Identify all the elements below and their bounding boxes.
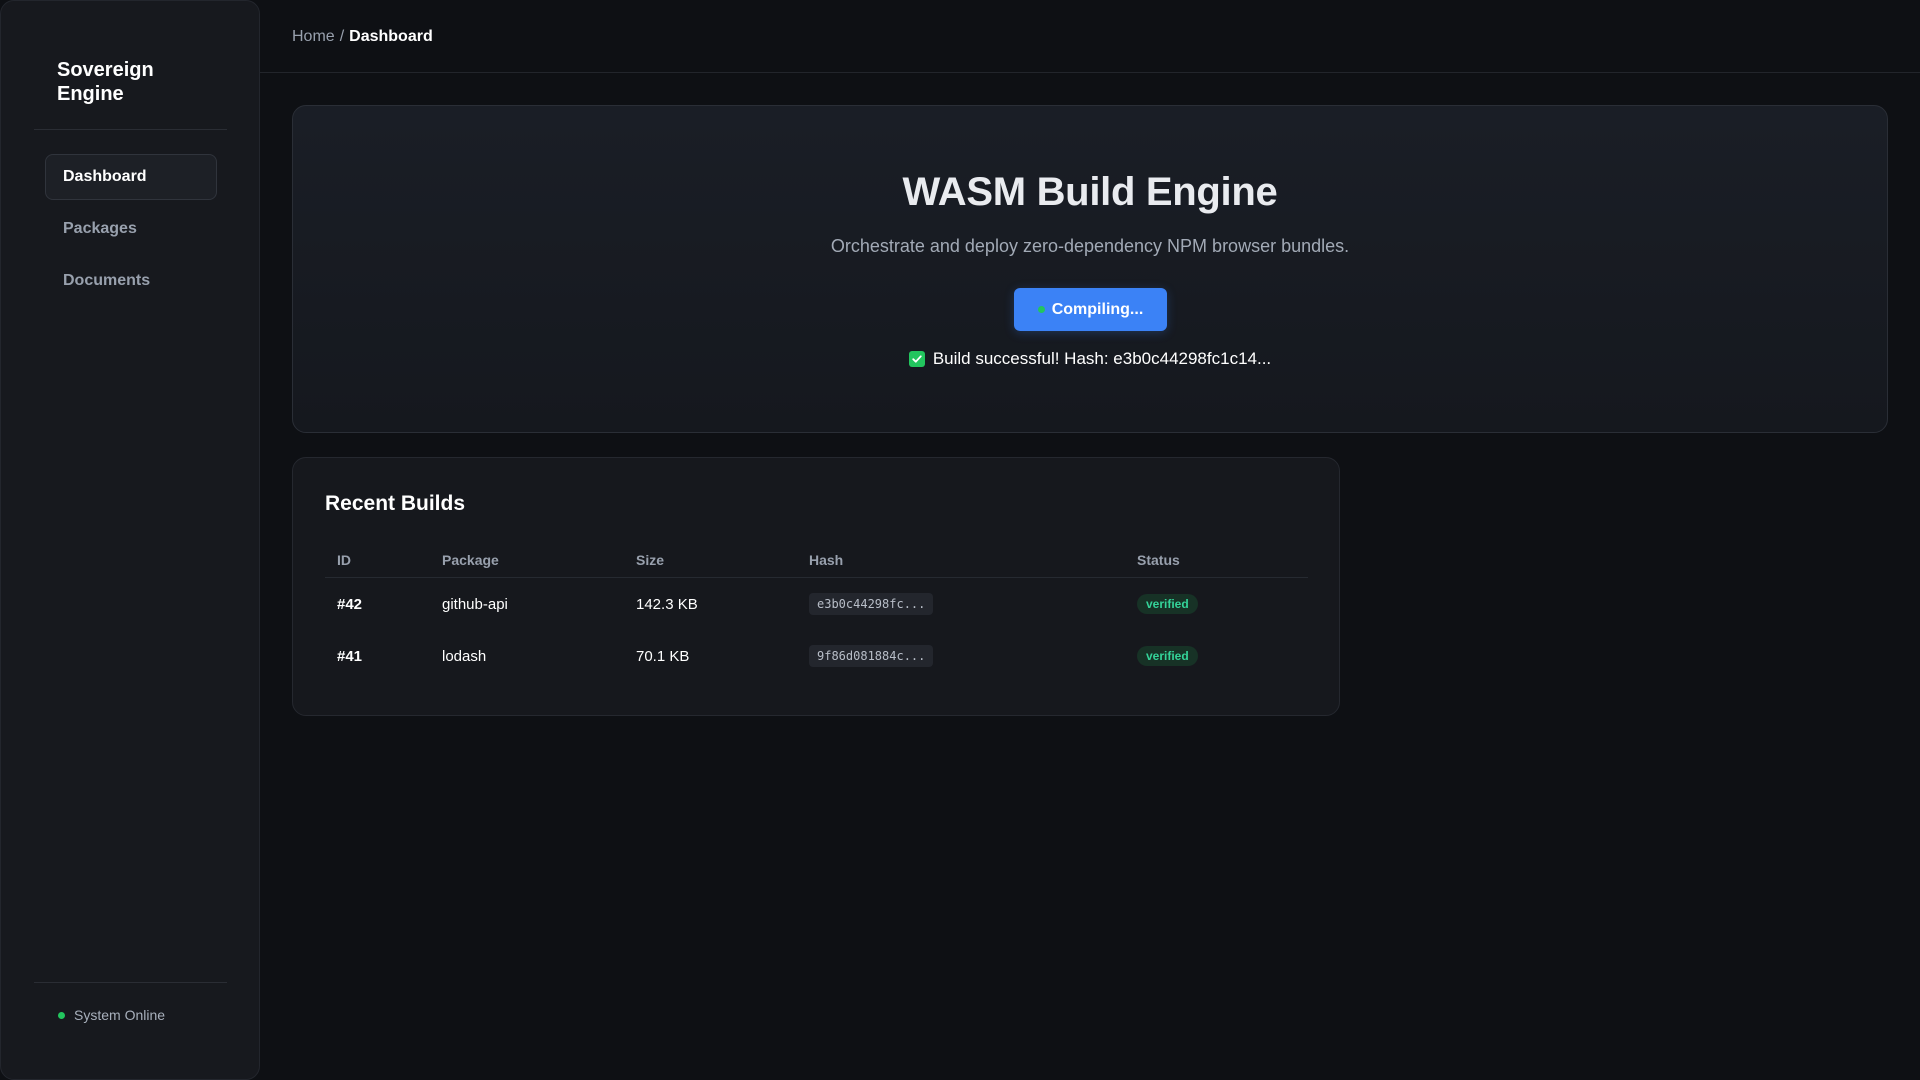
compile-button-label: Compiling... (1051, 300, 1144, 318)
status-badge: verified (1137, 594, 1198, 614)
builds-table: ID Package Size Hash Status #42 github-a… (325, 542, 1308, 682)
build-hash: e3b0c44298fc... (809, 593, 934, 615)
breadcrumb-current: Dashboard (349, 28, 433, 45)
compile-button[interactable]: Compiling... (1014, 288, 1167, 331)
status-badge: verified (1137, 646, 1198, 666)
build-status-cell: verified (1125, 594, 1308, 614)
column-header-hash: Hash (809, 551, 844, 568)
column-header-status: Status (1137, 551, 1180, 568)
page-title: WASM Build Engine (902, 170, 1278, 214)
build-engine-card: WASM Build Engine Orchestrate and deploy… (292, 105, 1888, 433)
sidebar-item-documents[interactable]: Documents (45, 258, 217, 304)
column-header-size: Size (636, 551, 665, 568)
sidebar-divider (34, 129, 227, 130)
build-hash: 9f86d081884c... (809, 645, 934, 667)
build-size: 142.3 KB (636, 595, 698, 613)
sidebar-item-label: Documents (63, 272, 151, 289)
breadcrumb-home-link[interactable]: Home (292, 28, 335, 45)
build-hash-cell: e3b0c44298fc... (797, 593, 1125, 615)
column-header-package: Package (442, 551, 499, 568)
topbar: Home / Dashboard (260, 0, 1920, 73)
table-row[interactable]: #42 github-api 142.3 KB e3b0c44298fc... … (325, 578, 1308, 630)
sidebar-nav: Dashboard Packages Documents (45, 154, 217, 310)
app-root: Sovereign Engine Dashboard Packages Docu… (0, 0, 1920, 1080)
recent-builds-card: Recent Builds ID Package Size Hash Statu… (292, 457, 1340, 716)
sidebar-item-label: Dashboard (63, 168, 147, 185)
build-result-text: Build successful! Hash: e3b0c44298fc1c14… (932, 349, 1272, 368)
breadcrumb: Home / Dashboard (292, 28, 433, 46)
system-status-label: System Online (74, 1007, 166, 1023)
sidebar-item-dashboard[interactable]: Dashboard (45, 154, 217, 200)
recent-builds-title: Recent Builds (325, 492, 466, 515)
build-id: #42 (337, 595, 363, 613)
table-header: ID Package Size Hash Status (325, 542, 1308, 578)
build-result-message: Build successful! Hash: e3b0c44298fc1c14… (293, 349, 1887, 369)
table-row[interactable]: #41 lodash 70.1 KB 9f86d081884c... verif… (325, 630, 1308, 682)
sidebar-footer-divider (34, 982, 227, 983)
loading-dot-icon (1037, 306, 1045, 313)
sidebar-item-label: Packages (63, 220, 137, 237)
status-dot-icon (58, 1011, 65, 1019)
breadcrumb-separator: / (339, 28, 345, 45)
sidebar: Sovereign Engine Dashboard Packages Docu… (0, 0, 260, 1080)
build-package: lodash (442, 647, 487, 665)
build-package: github-api (442, 595, 508, 613)
sidebar-item-packages[interactable]: Packages (45, 206, 217, 252)
brand-logo-text[interactable]: Sovereign Engine (57, 58, 207, 106)
checkmark-icon (908, 351, 925, 367)
build-id: #41 (337, 647, 363, 665)
build-hash-cell: 9f86d081884c... (797, 645, 1125, 667)
system-status: System Online (58, 1007, 165, 1023)
page-subtitle: Orchestrate and deploy zero-dependency N… (830, 236, 1350, 256)
build-size: 70.1 KB (636, 647, 690, 665)
build-status-cell: verified (1125, 646, 1308, 666)
column-header-id: ID (337, 551, 351, 568)
